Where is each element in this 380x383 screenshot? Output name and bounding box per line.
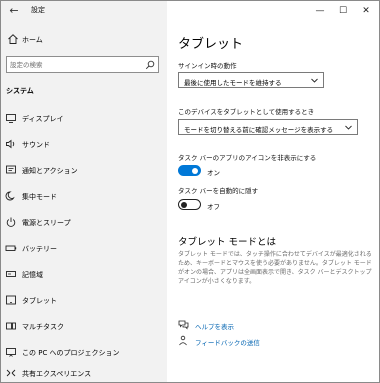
tablet-icon [6,295,16,305]
sidebar-item-multitasking[interactable]: マルチタスク [1,315,167,337]
display-icon [6,114,16,123]
settings-window: ← 設定 ホーム システム ディスプレイ [0,0,380,383]
sidebar-item-sound[interactable]: サウンド [1,133,167,155]
battery-icon [5,245,17,251]
notifications-icon [6,165,16,174]
sidebar-item-power[interactable]: 電源とスリープ [1,211,167,233]
sidebar-item-label: 電源とスリープ [22,219,71,227]
about-heading: タブレット モードとは [178,237,277,248]
sidebar-item-storage[interactable]: 記憶域 [1,263,167,285]
shared-experiences-icon [6,369,16,377]
tablet-switch-dropdown[interactable]: モードを切り替える前に確認メッセージを表示する [178,119,358,135]
sidebar-item-label: タブレット [22,297,57,305]
sidebar-item-focus-assist[interactable]: 集中モード [1,185,167,207]
toggle-knob [192,168,198,174]
toggle-knob [181,202,187,208]
sidebar-item-label: ホーム [22,36,43,44]
feedback-link[interactable]: フィードバックの送信 [195,337,260,347]
sidebar-item-label: バッテリー [22,245,57,253]
sidebar-item-label: 共有エクスペリエンス [22,370,92,378]
section-title: システム [6,87,34,95]
hide-icons-label: タスク バーのアプリのアイコンを非表示にする [178,154,317,162]
main-content: — ☐ ✕ タブレット サインイン時の動作 最後に使用したモードを維持する この… [167,1,379,382]
app-title: 設定 [31,6,45,14]
feedback-link-row[interactable]: フィードバックの送信 [178,334,358,348]
back-arrow-icon[interactable]: ← [7,4,21,18]
storage-icon [6,271,16,277]
sidebar-item-label: マルチタスク [22,323,64,331]
chevron-down-icon [311,78,318,83]
tablet-switch-label: このデバイスをタブレットとして使用するとき [178,108,315,116]
tablet-switch-dropdown-value: モードを切り替える前に確認メッセージを表示する [184,126,334,134]
signin-label: サインイン時の動作 [178,62,237,70]
maximize-icon[interactable]: ☐ [333,4,353,18]
help-link-row[interactable]: ヘルプを表示 [178,318,358,332]
sidebar-item-projection[interactable]: この PC へのプロジェクション [1,341,167,363]
sidebar-item-label: 通知とアクション [22,167,78,175]
about-description: タブレット モードでは、タッチ操作に合わせてデバイスが最適化されるため、キーボー… [178,251,372,285]
auto-hide-toggle[interactable] [178,199,201,210]
minimize-icon[interactable]: — [310,4,330,18]
signin-dropdown-value: 最後に使用したモードを維持する [184,79,282,87]
sidebar-item-label: ディスプレイ [22,115,64,123]
title-bar: ← 設定 [1,1,167,21]
search-icon[interactable] [145,60,155,70]
sidebar-item-label: 記憶域 [22,271,43,279]
chevron-down-icon [345,125,352,130]
sidebar: ← 設定 ホーム システム ディスプレイ [1,1,167,382]
power-icon [6,217,16,227]
projection-icon [6,348,16,357]
feedback-icon [179,335,187,346]
help-link[interactable]: ヘルプを表示 [195,321,234,331]
search-box[interactable] [6,56,159,73]
sidebar-item-label: この PC へのプロジェクション [22,349,120,357]
sidebar-item-display[interactable]: ディスプレイ [1,107,167,129]
hide-icons-toggle[interactable] [178,165,201,176]
sidebar-item-notifications[interactable]: 通知とアクション [1,159,167,181]
sidebar-item-label: サウンド [22,141,50,149]
sidebar-item-shared-experiences[interactable]: 共有エクスペリエンス [1,362,167,382]
search-input[interactable] [10,59,138,70]
auto-hide-state: オフ [207,203,220,211]
auto-hide-label: タスク バーを自動的に隠す [178,187,259,195]
page-title: タブレット [178,37,244,52]
sidebar-item-label: 集中モード [22,193,57,201]
multitasking-icon [6,322,16,330]
home-icon [8,34,18,44]
sound-icon [6,139,15,149]
hide-icons-state: オン [207,169,220,177]
signin-dropdown[interactable]: 最後に使用したモードを維持する [178,72,324,88]
close-icon[interactable]: ✕ [356,4,376,18]
sidebar-item-home[interactable]: ホーム [1,31,167,49]
sidebar-item-battery[interactable]: バッテリー [1,237,167,259]
focus-assist-icon [5,191,15,201]
help-icon [178,320,189,330]
sidebar-item-tablet[interactable]: タブレット [1,289,167,311]
